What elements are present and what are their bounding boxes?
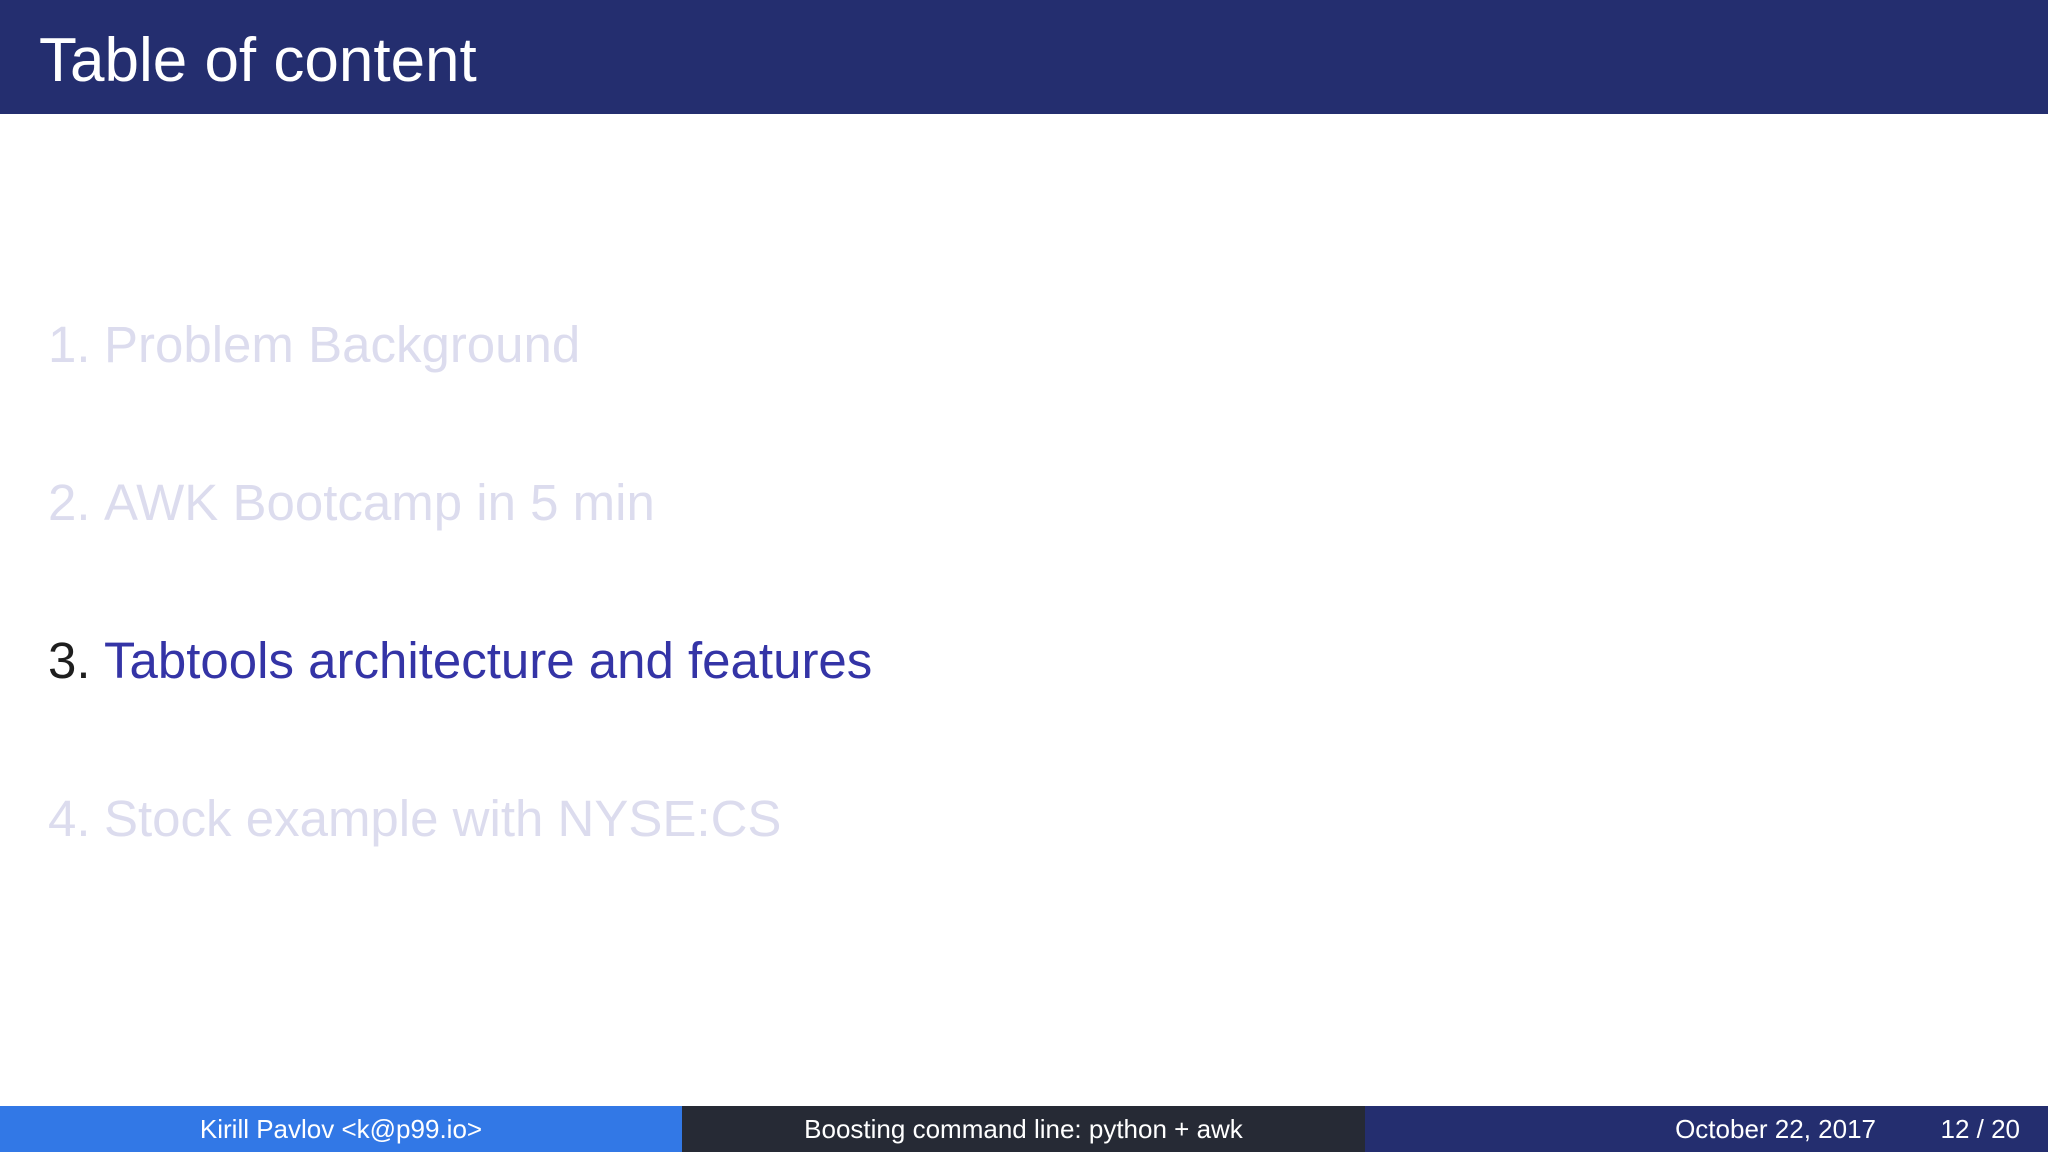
toc-item-stock-example[interactable]: 4. Stock example with NYSE:CS: [48, 784, 781, 854]
slide: Table of content 1. Problem Background 2.…: [0, 0, 2048, 1152]
toc-item-label: Tabtools architecture and features: [104, 632, 873, 689]
footer-right-panel: October 22, 2017 12 / 20: [1365, 1106, 2048, 1152]
footer-page-number: 12 / 20: [1940, 1114, 2020, 1144]
toc-item-number: 2.: [48, 474, 91, 531]
toc-item-tabtools-architecture[interactable]: 3. Tabtools architecture and features: [48, 626, 872, 696]
footer-author: Kirill Pavlov <k@p99.io>: [0, 1106, 682, 1152]
toc-item-problem-background[interactable]: 1. Problem Background: [48, 310, 580, 380]
slide-title: Table of content: [39, 26, 477, 95]
toc-item-label: AWK Bootcamp in 5 min: [104, 474, 655, 531]
toc-item-number: 4.: [48, 790, 91, 847]
toc-item-label: Problem Background: [104, 316, 581, 373]
footer-date: October 22, 2017: [1675, 1114, 1876, 1144]
toc-item-number: 1.: [48, 316, 91, 373]
footer-talk-title: Boosting command line: python + awk: [682, 1106, 1365, 1152]
slide-footer: Kirill Pavlov <k@p99.io> Boosting comman…: [0, 1106, 2048, 1152]
toc-item-number: 3.: [48, 632, 91, 689]
slide-header: Table of content: [0, 0, 2048, 114]
toc-item-awk-bootcamp[interactable]: 2. AWK Bootcamp in 5 min: [48, 468, 655, 538]
toc-item-label: Stock example with NYSE:CS: [104, 790, 782, 847]
